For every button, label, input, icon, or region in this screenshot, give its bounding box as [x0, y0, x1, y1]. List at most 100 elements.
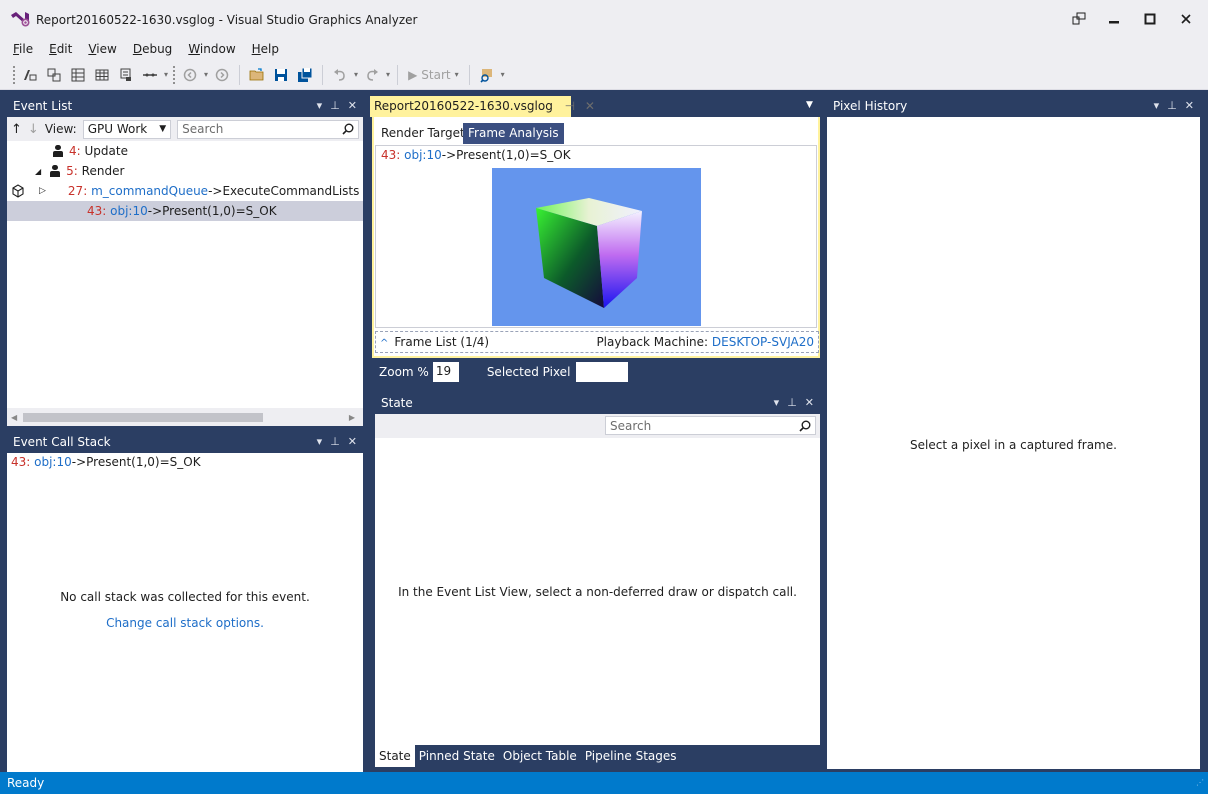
close-icon[interactable]: ✕ [348, 99, 357, 112]
frame-list-bar[interactable]: ^ Frame List (1/4) Playback Machine: DESK… [375, 331, 819, 353]
horizontal-scrollbar[interactable]: ◀ ▶ [7, 408, 363, 426]
menu-bar: File Edit View Debug Window Help [0, 40, 1208, 60]
menu-view[interactable]: View [81, 40, 125, 60]
pin-tab-icon[interactable]: ⊣ [565, 99, 575, 113]
navigate-forward-icon[interactable] [212, 65, 232, 85]
menu-window[interactable]: Window [181, 40, 244, 60]
event-list-header: Event List ▾ ⊥ ✕ [7, 96, 363, 117]
change-call-stack-options-link[interactable]: Change call stack options. [7, 616, 363, 630]
pipeline-tool-icon[interactable] [44, 65, 64, 85]
event-call-stack-tool-icon[interactable] [68, 65, 88, 85]
pin-icon[interactable]: ⊥ [1167, 99, 1177, 112]
tab-pinned-state[interactable]: Pinned State [415, 745, 499, 767]
view-select[interactable]: GPU Work ▼ [82, 119, 172, 139]
pin-icon[interactable]: ⊥ [787, 396, 797, 409]
minimize-button[interactable] [1100, 6, 1128, 32]
close-icon[interactable]: ✕ [1185, 99, 1194, 112]
event-list-search-input[interactable]: Search [177, 119, 359, 139]
tab-state[interactable]: State [375, 745, 415, 767]
pixel-history-empty-message: Select a pixel in a captured frame. [910, 438, 1117, 452]
tree-row-update[interactable]: 4: Update [7, 141, 363, 161]
window-position-chevron-icon[interactable]: ▾ [317, 99, 323, 112]
status-text: Ready [7, 776, 45, 790]
zoom-bar: Zoom % 19 Selected Pixel [370, 358, 820, 386]
navigate-back-icon[interactable] [180, 65, 200, 85]
render-target-view: 43: obj:10 ->Present(1,0)=S_OK [375, 145, 817, 328]
close-window-button[interactable] [1172, 6, 1200, 32]
toolbar-grip[interactable] [172, 64, 177, 85]
menu-file[interactable]: File [6, 40, 42, 60]
user-marker-icon [53, 145, 63, 157]
tree-row-execute-command-lists[interactable]: ▷ 27: m_commandQueue ->ExecuteCommandList… [7, 181, 363, 201]
menu-edit[interactable]: Edit [42, 40, 81, 60]
undo-dropdown-icon[interactable]: ▾ [354, 70, 358, 79]
tree-row-present[interactable]: 43: obj:10 ->Present(1,0)=S_OK [7, 201, 363, 221]
zoom-input[interactable]: 19 [432, 362, 459, 382]
pin-icon[interactable]: ⊥ [330, 435, 340, 448]
search-icon[interactable] [799, 420, 811, 432]
tab-pipeline-stages[interactable]: Pipeline Stages [581, 745, 681, 767]
event-call-stack-panel: Event Call Stack ▾ ⊥ ✕ 43: obj:10 ->Prese… [7, 432, 363, 772]
scrollbar-thumb[interactable] [23, 412, 264, 422]
document-tab[interactable]: Report20160522-1630.vsglog ⊣ ✕ [370, 96, 595, 117]
toolbar-overflow-chevron-icon[interactable]: ▾ [164, 70, 168, 79]
tree-row-render[interactable]: ◢ 5: Render [7, 161, 363, 181]
resize-grip-icon[interactable]: ⋰ [1196, 778, 1204, 787]
playback-machine-link[interactable]: DESKTOP-SVJA20 [712, 335, 814, 349]
event-list-toolbar: ↑ ↓ View: GPU Work ▼ Search [7, 117, 363, 141]
frame-analysis-tool-icon[interactable] [140, 65, 160, 85]
tab-object-table[interactable]: Object Table [499, 745, 581, 767]
save-icon[interactable] [271, 65, 291, 85]
open-folder-icon[interactable] [247, 65, 267, 85]
redo-icon[interactable] [362, 65, 382, 85]
event-list-panel: Event List ▾ ⊥ ✕ ↑ ↓ View: GPU Work ▼ Se… [7, 96, 363, 426]
start-dropdown-icon[interactable]: ▾ [455, 70, 459, 79]
redo-dropdown-icon[interactable]: ▾ [386, 70, 390, 79]
call-stack-entry[interactable]: 43: obj:10 ->Present(1,0)=S_OK [7, 453, 363, 471]
tab-render-target[interactable]: Render Target [376, 123, 470, 144]
navigate-back-dropdown-icon[interactable]: ▾ [204, 70, 208, 79]
pixel-history-panel: Pixel History ▾ ⊥ ✕ Select a pixel in a … [827, 96, 1200, 769]
pin-icon[interactable]: ⊥ [330, 99, 340, 112]
toolbar-options-chevron-icon[interactable]: ▾ [501, 70, 505, 79]
selected-pixel-field[interactable] [576, 362, 629, 382]
chevron-up-icon[interactable]: ^ [380, 338, 388, 349]
arrow-down-icon[interactable]: ↓ [28, 122, 39, 137]
pixel-history-tool-icon[interactable] [116, 65, 136, 85]
no-call-stack-message: No call stack was collected for this eve… [60, 590, 310, 604]
play-icon: ▶ [408, 67, 418, 82]
save-all-icon[interactable] [295, 65, 315, 85]
close-icon[interactable]: ✕ [805, 396, 814, 409]
status-bar: Ready ⋰ [0, 772, 1208, 794]
event-list-tool-icon[interactable] [20, 65, 40, 85]
expanded-triangle-icon[interactable]: ◢ [35, 167, 41, 176]
state-search-input[interactable]: Search [605, 416, 816, 435]
toolbar-grip[interactable] [12, 64, 16, 85]
user-marker-icon [50, 165, 61, 177]
render-target-image[interactable] [492, 168, 701, 326]
start-button[interactable]: ▶ Start ▾ [405, 68, 462, 82]
maximize-button[interactable] [1136, 6, 1164, 32]
menu-help[interactable]: Help [245, 40, 288, 60]
window-position-chevron-icon[interactable]: ▾ [774, 396, 780, 409]
search-icon[interactable] [342, 123, 354, 135]
menu-debug[interactable]: Debug [126, 40, 181, 60]
window-position-chevron-icon[interactable]: ▾ [1154, 99, 1160, 112]
find-in-files-icon[interactable] [477, 65, 497, 85]
restore-window-icon[interactable] [1065, 6, 1093, 32]
view-label: View: [44, 122, 77, 136]
scroll-left-icon[interactable]: ◀ [7, 413, 21, 422]
window-position-chevron-icon[interactable]: ▾ [317, 435, 323, 448]
arrow-up-icon[interactable]: ↑ [11, 122, 22, 137]
close-icon[interactable]: ✕ [348, 435, 357, 448]
state-bottom-tabs: State Pinned State Object Table Pipeline… [375, 745, 820, 769]
tab-frame-analysis[interactable]: Frame Analysis [463, 123, 564, 144]
pixel-history-header: Pixel History ▾ ⊥ ✕ [827, 96, 1200, 117]
collapsed-triangle-icon[interactable]: ▷ [39, 186, 46, 196]
close-tab-icon[interactable]: ✕ [585, 99, 595, 113]
scroll-right-icon[interactable]: ▶ [341, 413, 363, 422]
document-list-chevron-icon[interactable]: ▼ [806, 100, 813, 110]
state-header: State ▾ ⊥ ✕ [375, 393, 820, 414]
object-table-tool-icon[interactable] [92, 65, 112, 85]
undo-icon[interactable] [330, 65, 350, 85]
